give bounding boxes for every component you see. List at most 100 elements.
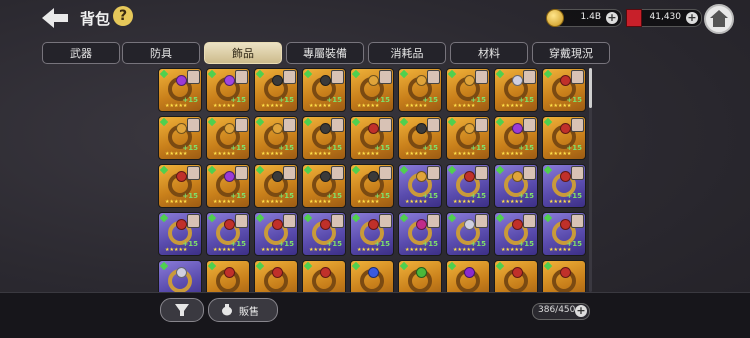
lock-icon [303, 117, 313, 127]
equipped-hero-portrait [523, 118, 536, 132]
ring-item-slot[interactable] [158, 260, 202, 292]
gem-icon [560, 219, 571, 230]
equipped-hero-portrait [427, 214, 440, 228]
ring-item-slot[interactable]: +15 ★★★★★ [494, 68, 538, 112]
ring-item-slot[interactable]: +15 ★★★★★ [158, 212, 202, 256]
equipped-hero-portrait [475, 118, 488, 132]
gem-icon [368, 171, 379, 182]
ring-item-slot[interactable]: +15 ★★★★★ [350, 116, 394, 160]
gem-icon [512, 219, 523, 230]
star-rating: ★★★★★ [213, 151, 236, 157]
lock-icon [303, 261, 313, 271]
ring-item-slot[interactable]: +15 ★★★★★ [206, 68, 250, 112]
ring-item-slot[interactable] [398, 260, 442, 292]
gem-icon [560, 171, 571, 182]
ring-item-slot[interactable] [254, 260, 298, 292]
gem-icon [224, 123, 235, 134]
gem-icon [416, 75, 427, 86]
filter-button[interactable] [160, 298, 204, 322]
ring-item-slot[interactable]: +15 ★★★★★ [494, 116, 538, 160]
ring-item-slot[interactable]: +15 ★★★★★ [398, 212, 442, 256]
equipped-hero-portrait [379, 166, 392, 180]
equipped-hero-portrait [427, 70, 440, 84]
ring-item-slot[interactable]: +15 ★★★★★ [158, 164, 202, 208]
add-gold-button[interactable]: + [606, 12, 618, 24]
ring-item-slot[interactable]: +15 ★★★★★ [494, 164, 538, 208]
ring-item-slot[interactable] [302, 260, 346, 292]
add-gems-button[interactable]: + [686, 12, 698, 24]
ring-item-slot[interactable]: +15 ★★★★★ [254, 116, 298, 160]
ring-item-slot[interactable]: +15 ★★★★★ [254, 164, 298, 208]
ring-item-slot[interactable]: +15 ★★★★★ [206, 116, 250, 160]
gem-icon [320, 219, 331, 230]
ring-item-slot[interactable]: +15 ★★★★★ [542, 116, 586, 160]
ring-item-slot[interactable]: +15 ★★★★★ [302, 212, 346, 256]
grid-scrollbar[interactable] [589, 68, 592, 292]
equipped-hero-portrait [235, 70, 248, 84]
sell-button[interactable]: 販售 [208, 298, 278, 322]
gem-icon [224, 75, 235, 86]
equipped-hero-portrait [283, 118, 296, 132]
ring-item-slot[interactable]: +15 ★★★★★ [542, 68, 586, 112]
ring-item-slot[interactable]: +15 ★★★★★ [158, 116, 202, 160]
ring-item-slot[interactable]: +15 ★★★★★ [302, 164, 346, 208]
ring-item-slot[interactable]: +15 ★★★★★ [398, 116, 442, 160]
equipped-hero-portrait [187, 166, 200, 180]
tab-6[interactable]: 穿戴現況 [532, 42, 610, 64]
tab-3[interactable]: 專屬裝備 [286, 42, 364, 64]
gem-icon [272, 219, 283, 230]
ring-item-slot[interactable]: +15 ★★★★★ [206, 164, 250, 208]
ring-item-slot[interactable]: +15 ★★★★★ [446, 212, 490, 256]
ring-item-slot[interactable]: +15 ★★★★★ [398, 68, 442, 112]
ring-item-slot[interactable]: +15 ★★★★★ [302, 116, 346, 160]
lock-icon [495, 117, 505, 127]
gem-icon [416, 267, 427, 278]
tab-0[interactable]: 武器 [42, 42, 120, 64]
ring-item-slot[interactable]: +15 ★★★★★ [350, 164, 394, 208]
lock-icon [255, 117, 265, 127]
scroll-thumb[interactable] [589, 68, 592, 108]
ring-item-slot[interactable]: +15 ★★★★★ [254, 212, 298, 256]
lock-icon [447, 261, 457, 271]
lock-icon [495, 261, 505, 271]
ring-item-slot[interactable]: +15 ★★★★★ [158, 68, 202, 112]
tab-2[interactable]: 飾品 [204, 42, 282, 64]
ring-item-slot[interactable]: +15 ★★★★★ [398, 164, 442, 208]
ring-item-slot[interactable]: +15 ★★★★★ [494, 212, 538, 256]
tab-4[interactable]: 消耗品 [368, 42, 446, 64]
ring-item-slot[interactable]: +15 ★★★★★ [350, 68, 394, 112]
ring-item-slot[interactable]: +15 ★★★★★ [254, 68, 298, 112]
home-icon[interactable] [704, 4, 734, 34]
ring-item-slot[interactable]: +15 ★★★★★ [446, 116, 490, 160]
star-rating: ★★★★★ [165, 103, 188, 109]
gem-icon [176, 267, 187, 278]
equipped-hero-portrait [187, 214, 200, 228]
back-arrow-icon[interactable] [40, 6, 70, 30]
ring-item-slot[interactable]: +15 ★★★★★ [446, 164, 490, 208]
help-icon[interactable]: ? [113, 6, 133, 26]
tab-5[interactable]: 材料 [450, 42, 528, 64]
star-rating: ★★★★★ [213, 103, 236, 109]
ring-item-slot[interactable]: +15 ★★★★★ [350, 212, 394, 256]
lock-icon [207, 261, 217, 271]
ring-item-slot[interactable] [446, 260, 490, 292]
lock-icon [543, 117, 553, 127]
ring-item-slot[interactable] [494, 260, 538, 292]
ring-item-slot[interactable]: +15 ★★★★★ [446, 68, 490, 112]
equipped-hero-portrait [331, 118, 344, 132]
ring-item-slot[interactable] [206, 260, 250, 292]
ring-item-slot[interactable] [542, 260, 586, 292]
ring-item-slot[interactable]: +15 ★★★★★ [542, 212, 586, 256]
equipped-hero-portrait [283, 166, 296, 180]
ring-item-slot[interactable]: +15 ★★★★★ [206, 212, 250, 256]
star-rating: ★★★★★ [405, 199, 428, 205]
ring-item-slot[interactable] [350, 260, 394, 292]
ring-item-slot[interactable]: +15 ★★★★★ [302, 68, 346, 112]
lock-icon [399, 117, 409, 127]
ring-item-slot[interactable]: +15 ★★★★★ [542, 164, 586, 208]
expand-capacity-button[interactable]: + [575, 305, 587, 317]
gem-icon [416, 219, 427, 230]
gem-icon [176, 123, 187, 134]
lock-icon [495, 69, 505, 79]
tab-1[interactable]: 防具 [122, 42, 200, 64]
